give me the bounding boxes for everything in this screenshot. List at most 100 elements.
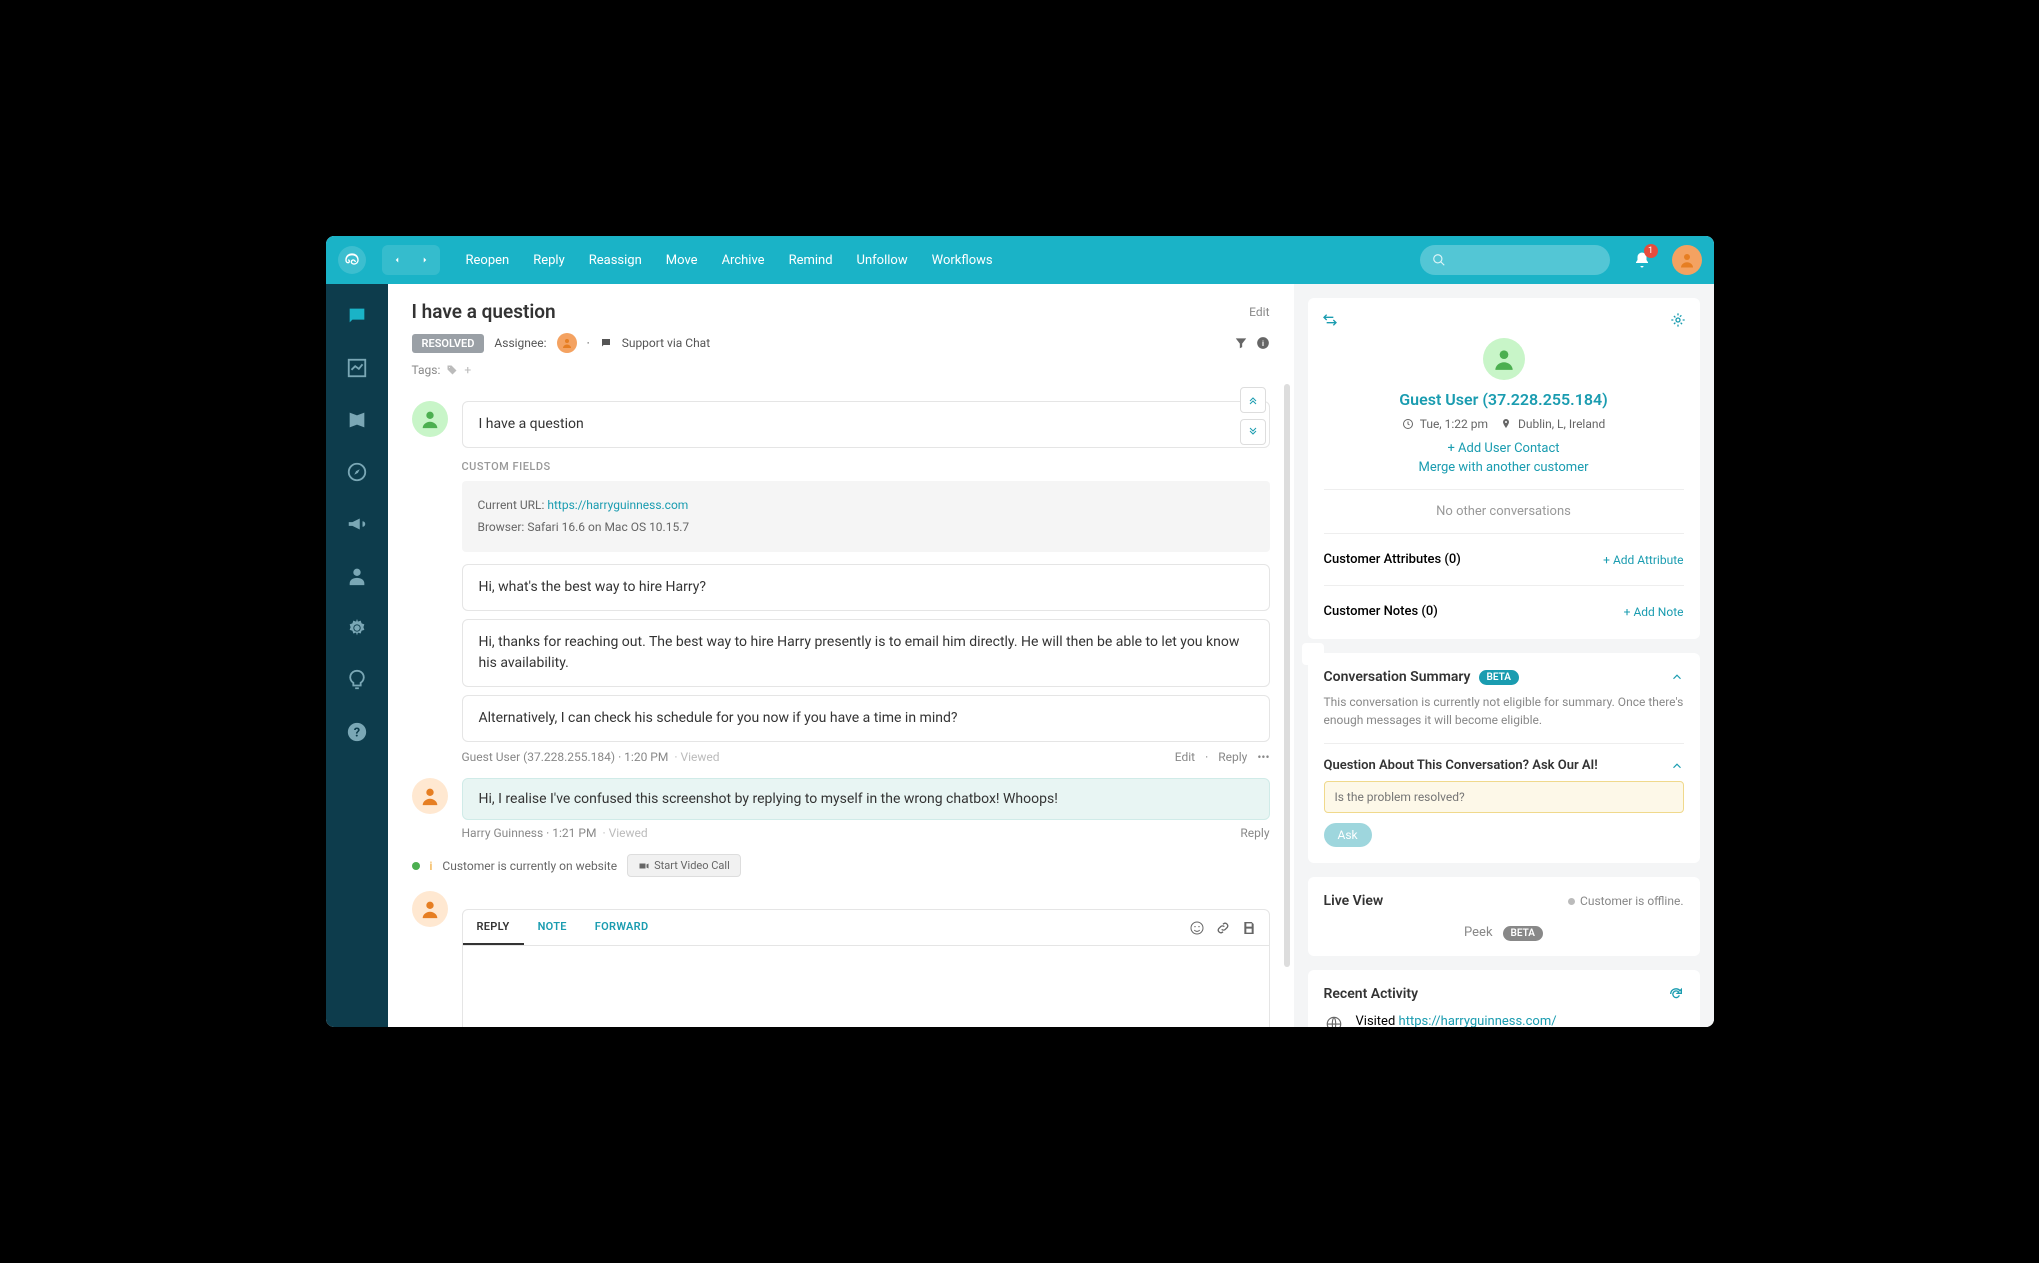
- offline-dot: [1568, 898, 1575, 905]
- app-logo[interactable]: [338, 246, 366, 274]
- activity-action: Visited: [1356, 1014, 1396, 1027]
- refresh-activity-button[interactable]: [1668, 986, 1684, 1002]
- action-reassign[interactable]: Reassign: [581, 247, 650, 274]
- notifications-button[interactable]: 1: [1628, 246, 1656, 274]
- nav-forward-button[interactable]: [412, 247, 438, 273]
- viewed-label: · Viewed: [602, 826, 647, 840]
- filter-button[interactable]: [1234, 336, 1248, 350]
- person-icon: [346, 565, 368, 587]
- edit-title-link[interactable]: Edit: [1249, 305, 1269, 319]
- customer-name[interactable]: Guest User (37.228.255.184): [1324, 390, 1684, 409]
- agent-reply-bubble: Hi, I realise I've confused this screens…: [462, 778, 1270, 820]
- expand-down-button[interactable]: [1240, 419, 1266, 445]
- presence-dot: [412, 862, 420, 870]
- chevron-up-icon: [1670, 670, 1684, 684]
- assignee-avatar[interactable]: [557, 333, 577, 353]
- add-note-link[interactable]: + Add Note: [1624, 605, 1684, 619]
- collapse-summary-button[interactable]: [1670, 670, 1684, 684]
- body: ? I have a question Edit RESOLVED Assign…: [326, 284, 1714, 1027]
- profile-avatar[interactable]: [1672, 245, 1702, 275]
- add-contact-link[interactable]: + Add User Contact: [1324, 441, 1684, 456]
- chevrons-up-icon: [1247, 394, 1259, 406]
- compose-tab-reply[interactable]: REPLY: [463, 910, 524, 945]
- activity-url[interactable]: https://harryguinness.com/: [1399, 1014, 1557, 1027]
- notification-badge: 1: [1644, 244, 1658, 258]
- left-nav: ?: [326, 284, 388, 1027]
- compose-tab-forward[interactable]: FORWARD: [581, 910, 663, 945]
- ask-button[interactable]: Ask: [1324, 823, 1372, 847]
- info-button[interactable]: i: [1256, 336, 1270, 350]
- start-video-call-button[interactable]: Start Video Call: [627, 854, 741, 877]
- message-meta: Guest User (37.228.255.184) · 1:20 PM · …: [462, 750, 1270, 764]
- compose-row: REPLY NOTE FORWARD: [412, 891, 1270, 1027]
- customer-location: Dublin, L, Ireland: [1518, 417, 1605, 431]
- nav-back-button[interactable]: [384, 247, 410, 273]
- chat-icon: [346, 305, 368, 327]
- conversation-title: I have a question: [412, 300, 556, 323]
- search-icon: [1432, 253, 1446, 267]
- topbar: Reopen Reply Reassign Move Archive Remin…: [326, 236, 1714, 284]
- scrollbar[interactable]: [1284, 384, 1290, 967]
- nav-conversations[interactable]: [345, 304, 369, 328]
- action-archive[interactable]: Archive: [714, 247, 773, 274]
- action-reply[interactable]: Reply: [525, 247, 573, 274]
- message-meta: Harry Guinness · 1:21 PM · Viewed Reply: [462, 826, 1270, 840]
- app-frame: Reopen Reply Reassign Move Archive Remin…: [326, 236, 1714, 1027]
- custom-fields-box: Current URL: https://harryguinness.com B…: [462, 481, 1270, 552]
- customer-card: Guest User (37.228.255.184) Tue, 1:22 pm…: [1308, 298, 1700, 639]
- message-edit-link[interactable]: Edit: [1175, 750, 1195, 764]
- message-reply-link[interactable]: Reply: [1218, 750, 1247, 764]
- message-bubble: Hi, thanks for reaching out. The best wa…: [462, 619, 1270, 687]
- swap-button[interactable]: [1322, 312, 1338, 328]
- message-reply-link[interactable]: Reply: [1240, 826, 1269, 840]
- merge-customer-link[interactable]: Merge with another customer: [1324, 460, 1684, 475]
- beta-badge: BETA: [1503, 926, 1543, 941]
- compose-textarea[interactable]: [463, 946, 1269, 1027]
- smile-icon: [1189, 920, 1205, 936]
- nav-explore[interactable]: [345, 460, 369, 484]
- peek-link[interactable]: Peek: [1464, 925, 1493, 940]
- nav-ideas[interactable]: [345, 668, 369, 692]
- svg-text:?: ?: [353, 726, 359, 741]
- collapse-ai-button[interactable]: [1670, 759, 1684, 773]
- collapse-up-button[interactable]: [1240, 387, 1266, 413]
- channel-label: Support via Chat: [622, 336, 710, 350]
- nav-reports[interactable]: [345, 356, 369, 380]
- nav-settings[interactable]: [345, 616, 369, 640]
- nav-docs[interactable]: [345, 408, 369, 432]
- action-workflows[interactable]: Workflows: [924, 247, 1001, 274]
- attributes-label: Customer Attributes (0): [1324, 552, 1461, 567]
- nav-help[interactable]: ?: [345, 720, 369, 744]
- nav-campaigns[interactable]: [345, 512, 369, 536]
- message-group-agent: Hi, I realise I've confused this screens…: [412, 778, 1270, 840]
- nav-buttons: [382, 245, 440, 275]
- tag-icon: [446, 364, 458, 376]
- action-unfollow[interactable]: Unfollow: [849, 247, 916, 274]
- url-field-value[interactable]: https://harryguinness.com: [547, 498, 688, 512]
- notes-label: Customer Notes (0): [1324, 604, 1438, 619]
- message-author-time: Guest User (37.228.255.184) · 1:20 PM: [462, 750, 669, 764]
- browser-field-value: Safari 16.6 on Mac OS 10.15.7: [527, 520, 689, 534]
- action-move[interactable]: Move: [658, 247, 706, 274]
- ai-question-input[interactable]: [1324, 781, 1684, 813]
- compose-tab-note[interactable]: NOTE: [524, 910, 581, 945]
- main: I have a question Edit RESOLVED Assignee…: [388, 284, 1714, 1027]
- search-input[interactable]: [1420, 245, 1610, 275]
- link-icon: [1215, 920, 1231, 936]
- emoji-button[interactable]: [1189, 920, 1205, 936]
- action-reopen[interactable]: Reopen: [458, 247, 518, 274]
- settings-button[interactable]: [1670, 312, 1686, 328]
- swirl-icon: [344, 252, 360, 268]
- nav-contacts[interactable]: [345, 564, 369, 588]
- action-remind[interactable]: Remind: [781, 247, 841, 274]
- wand-icon: [1302, 643, 1324, 665]
- lightbulb-icon: [346, 669, 368, 691]
- add-tag-button[interactable]: +: [464, 363, 471, 377]
- user-icon: [561, 337, 573, 349]
- add-attribute-link[interactable]: + Add Attribute: [1603, 553, 1683, 567]
- message-more-button[interactable]: •••: [1257, 750, 1269, 764]
- link-button[interactable]: [1215, 920, 1231, 936]
- save-button[interactable]: [1241, 920, 1257, 936]
- tag-icon: [446, 364, 458, 376]
- message-bubble: I have a question: [462, 401, 1270, 448]
